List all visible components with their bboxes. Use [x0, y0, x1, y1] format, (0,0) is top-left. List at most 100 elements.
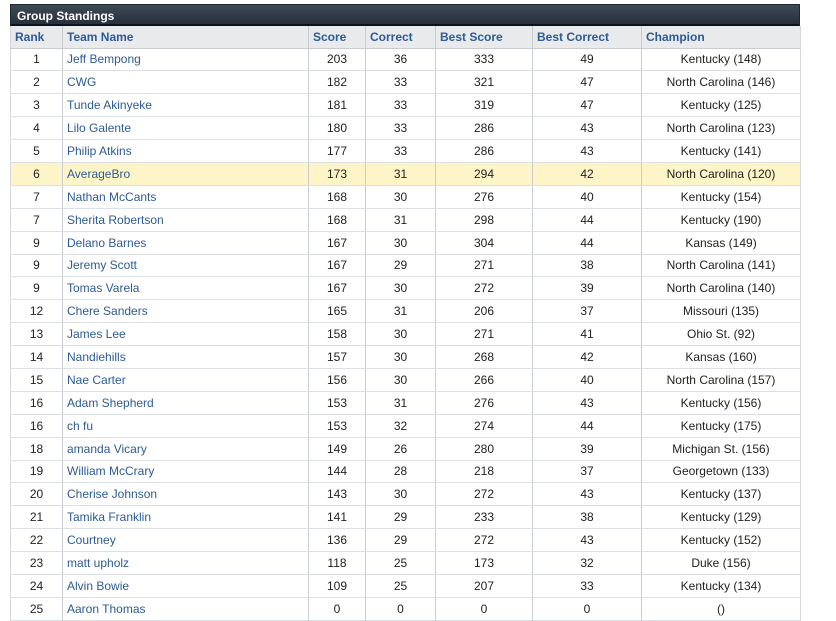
team-name-cell: Lilo Galente — [62, 116, 309, 141]
correct-cell: 29 — [365, 505, 436, 530]
team-name-cell: Alvin Bowie — [62, 574, 309, 598]
table-row: 7 Nathan McCants 168 30 276 40 Kentucky (154) — [10, 185, 801, 209]
team-name-link[interactable]: Tamika Franklin — [67, 510, 151, 524]
team-name-link[interactable]: matt upholz — [67, 556, 129, 570]
score-cell: 203 — [308, 48, 366, 72]
column-header-correct[interactable]: Correct — [365, 26, 436, 49]
score-cell: 167 — [308, 254, 366, 278]
team-name-link[interactable]: William McCrary — [67, 464, 154, 478]
best-score-cell: 280 — [435, 437, 533, 461]
team-name-cell: William McCrary — [62, 460, 309, 484]
team-name-link[interactable]: Sherita Robertson — [67, 213, 164, 227]
rank-cell: 20 — [10, 482, 63, 507]
table-row: 14 Nandiehills 157 30 268 42 Kansas (160) — [10, 345, 801, 369]
best-correct-cell: 43 — [532, 116, 642, 141]
best-correct-cell: 42 — [532, 345, 642, 369]
rank-cell: 24 — [10, 574, 63, 598]
team-name-link[interactable]: Chere Sanders — [67, 304, 148, 318]
rank-cell: 9 — [10, 254, 63, 278]
team-name-link[interactable]: Adam Shepherd — [67, 396, 154, 410]
best-score-cell: 268 — [435, 345, 533, 369]
correct-cell: 31 — [365, 162, 436, 186]
champion-cell: Kentucky (134) — [641, 574, 801, 598]
score-cell: 109 — [308, 574, 366, 598]
champion-cell: Kentucky (152) — [641, 528, 801, 553]
best-score-cell: 233 — [435, 505, 533, 530]
rank-cell: 15 — [10, 368, 63, 392]
team-name-link[interactable]: CWG — [67, 75, 96, 89]
best-score-cell: 272 — [435, 482, 533, 507]
score-cell: 141 — [308, 505, 366, 530]
team-name-link[interactable]: Jeff Bempong — [67, 52, 141, 66]
best-correct-cell: 43 — [532, 528, 642, 553]
table-header-row: Rank Team Name Score Correct Best Score … — [10, 26, 801, 49]
column-header-best-score[interactable]: Best Score — [435, 26, 533, 49]
best-correct-cell: 43 — [532, 139, 642, 163]
score-cell: 165 — [308, 299, 366, 324]
team-name-link[interactable]: James Lee — [67, 327, 126, 341]
best-correct-cell: 32 — [532, 551, 642, 575]
best-score-cell: 286 — [435, 139, 533, 163]
champion-cell: Kentucky (141) — [641, 139, 801, 163]
correct-cell: 25 — [365, 551, 436, 575]
score-cell: 149 — [308, 437, 366, 461]
champion-cell: North Carolina (140) — [641, 276, 801, 301]
rank-cell: 16 — [10, 414, 63, 438]
best-correct-cell: 44 — [532, 208, 642, 232]
best-score-cell: 274 — [435, 414, 533, 438]
correct-cell: 31 — [365, 299, 436, 324]
correct-cell: 26 — [365, 437, 436, 461]
best-correct-cell: 40 — [532, 185, 642, 209]
score-cell: 168 — [308, 185, 366, 209]
table-row: 12 Chere Sanders 165 31 206 37 Missouri (135) — [10, 299, 801, 324]
table-row: 7 Sherita Robertson 168 31 298 44 Kentucky (19… — [10, 208, 801, 232]
table-row: 5 Philip Atkins 177 33 286 43 Kentucky (141) — [10, 139, 801, 163]
rank-cell: 6 — [10, 162, 63, 186]
team-name-cell: amanda Vicary — [62, 437, 309, 461]
best-score-cell: 298 — [435, 208, 533, 232]
table-row: 16 Adam Shepherd 153 31 276 43 Kentucky (156) — [10, 391, 801, 415]
team-name-link[interactable]: ch fu — [67, 419, 93, 433]
best-score-cell: 0 — [435, 597, 533, 621]
best-score-cell: 206 — [435, 299, 533, 324]
team-name-link[interactable]: Nandiehills — [67, 350, 126, 364]
column-header-score[interactable]: Score — [308, 26, 366, 49]
column-header-rank[interactable]: Rank — [10, 26, 63, 49]
team-name-link[interactable]: Delano Barnes — [67, 236, 146, 250]
rank-cell: 21 — [10, 505, 63, 530]
team-name-link[interactable]: AverageBro — [67, 167, 130, 181]
rank-cell: 3 — [10, 93, 63, 118]
column-header-team-name[interactable]: Team Name — [62, 26, 309, 49]
team-name-link[interactable]: Lilo Galente — [67, 121, 131, 135]
best-score-cell: 321 — [435, 70, 533, 95]
correct-cell: 30 — [365, 276, 436, 301]
rank-cell: 12 — [10, 299, 63, 324]
team-name-link[interactable]: Tunde Akinyeke — [67, 98, 152, 112]
team-name-cell: AverageBro — [62, 162, 309, 186]
column-header-best-correct[interactable]: Best Correct — [532, 26, 642, 49]
table-row: 22 Courtney 136 29 272 43 Kentucky (152) — [10, 528, 801, 553]
table-row: 15 Nae Carter 156 30 266 40 North Carolina (15… — [10, 368, 801, 392]
team-name-link[interactable]: Alvin Bowie — [67, 579, 129, 593]
best-correct-cell: 37 — [532, 299, 642, 324]
champion-cell: Georgetown (133) — [641, 460, 801, 484]
best-score-cell: 272 — [435, 276, 533, 301]
champion-cell: () — [641, 597, 801, 621]
column-header-champion[interactable]: Champion — [641, 26, 801, 49]
correct-cell: 30 — [365, 322, 436, 347]
team-name-link[interactable]: Courtney — [67, 533, 116, 547]
rank-cell: 23 — [10, 551, 63, 575]
team-name-link[interactable]: Aaron Thomas — [67, 602, 146, 616]
best-score-cell: 173 — [435, 551, 533, 575]
team-name-link[interactable]: amanda Vicary — [67, 442, 147, 456]
group-standings-panel: Group Standings Rank Team Name Score Cor… — [10, 4, 801, 621]
team-name-link[interactable]: Philip Atkins — [67, 144, 132, 158]
team-name-link[interactable]: Nathan McCants — [67, 190, 156, 204]
team-name-cell: Tomas Varela — [62, 276, 309, 301]
team-name-link[interactable]: Jeremy Scott — [67, 258, 137, 272]
champion-cell: Kansas (160) — [641, 345, 801, 369]
team-name-cell: Philip Atkins — [62, 139, 309, 163]
team-name-link[interactable]: Nae Carter — [67, 373, 126, 387]
team-name-link[interactable]: Cherise Johnson — [67, 487, 157, 501]
team-name-link[interactable]: Tomas Varela — [67, 281, 139, 295]
